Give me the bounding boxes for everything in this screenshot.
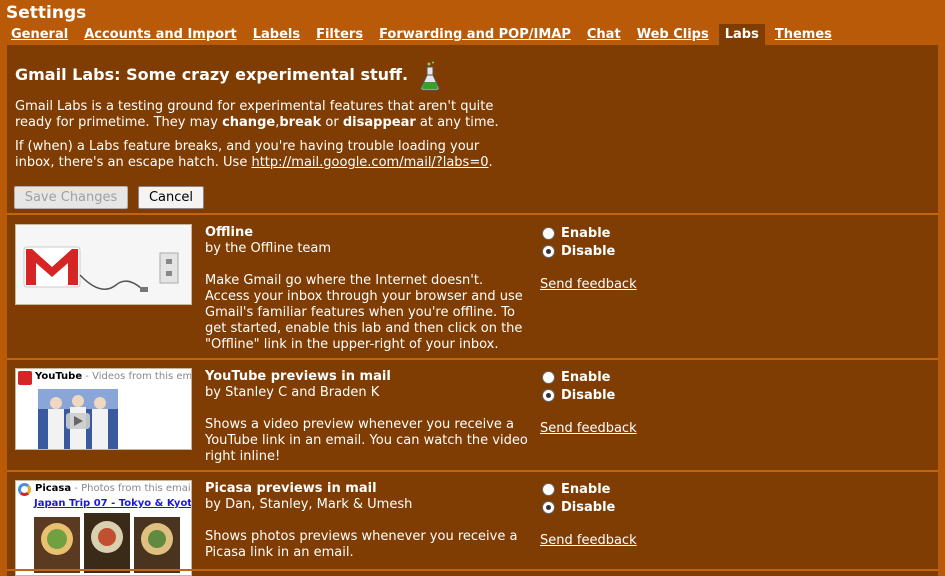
flask-icon (420, 61, 440, 91)
picasa-logo-icon (18, 483, 31, 496)
disable-label: Disable (561, 388, 616, 403)
disable-label: Disable (561, 244, 616, 259)
youtube-caption: - Videos from this email (82, 371, 192, 382)
send-feedback-link[interactable]: Send feedback (540, 533, 637, 548)
settings-tabs: General Accounts and Import Labels Filte… (0, 24, 945, 46)
youtube-thumbnail: YouTube - Videos from this email (15, 368, 192, 450)
offline-thumbnail (15, 224, 192, 305)
disable-option[interactable]: Disable (542, 244, 615, 259)
enable-radio[interactable] (542, 227, 555, 240)
intro-disappear: disappear (342, 115, 416, 130)
video-preview-image (38, 389, 118, 449)
youtube-thumb-header: YouTube - Videos from this email (35, 371, 192, 382)
cancel-button[interactable]: Cancel (138, 186, 204, 209)
youtube-logo-icon (18, 371, 32, 385)
tab-labs[interactable]: Labs (718, 24, 765, 46)
lab-row-offline: Offline by the Offline team Make Gmail g… (7, 215, 938, 358)
labs-heading: Gmail Labs: Some crazy experimental stuf… (15, 65, 409, 84)
enable-label: Enable (561, 370, 611, 385)
lab-description: Make Gmail go where the Internet doesn't… (205, 273, 523, 352)
photo-previews (34, 513, 180, 573)
lab-author: by the Offline team (205, 241, 332, 256)
picasa-album-link[interactable]: Japan Trip 07 - Tokyo & Kyoto (34, 498, 191, 509)
picasa-caption: - Photos from this email (71, 483, 192, 494)
intro-or: or (321, 115, 343, 130)
enable-radio[interactable] (542, 483, 555, 496)
escape-hatch-paragraph: If (when) a Labs feature breaks, and you… (15, 139, 515, 171)
tab-accounts-and-import[interactable]: Accounts and Import (78, 24, 243, 46)
intro-end: at any time. (415, 115, 499, 130)
enable-option[interactable]: Enable (542, 370, 611, 385)
youtube-brand: YouTube (35, 371, 83, 382)
tab-chat[interactable]: Chat (581, 24, 627, 46)
escape-end: . (488, 155, 493, 170)
enable-label: Enable (561, 226, 611, 241)
tab-general[interactable]: General (5, 24, 74, 46)
lab-name: Offline (205, 225, 254, 240)
lab-row-picasa: Picasa - Photos from this email Japan Tr… (7, 472, 938, 576)
disable-radio[interactable] (542, 501, 555, 514)
tab-forwarding[interactable]: Forwarding and POP/IMAP (373, 24, 577, 46)
send-feedback-link[interactable]: Send feedback (540, 421, 637, 436)
picasa-thumb-header: Picasa - Photos from this email (35, 483, 192, 494)
intro-change: change (222, 115, 276, 130)
tab-themes[interactable]: Themes (769, 24, 838, 46)
tab-labels[interactable]: Labels (247, 24, 306, 46)
lab-row-youtube: YouTube - Videos from this email YouTube… (7, 360, 938, 470)
send-feedback-link[interactable]: Send feedback (540, 277, 637, 292)
lab-description: Shows photos previews whenever you recei… (205, 529, 518, 560)
enable-label: Enable (561, 482, 611, 497)
tab-filters[interactable]: Filters (310, 24, 369, 46)
labs-panel: Gmail Labs: Some crazy experimental stuf… (7, 45, 938, 576)
disable-radio[interactable] (542, 389, 555, 402)
tab-web-clips[interactable]: Web Clips (631, 24, 715, 46)
escape-hatch-link[interactable]: http://mail.google.com/mail/?labs=0 (251, 155, 488, 170)
disable-label: Disable (561, 500, 616, 515)
save-changes-button[interactable]: Save Changes (14, 186, 128, 209)
offline-illustration (16, 225, 191, 304)
disable-radio[interactable] (542, 245, 555, 258)
intro-paragraph: Gmail Labs is a testing ground for exper… (15, 99, 515, 131)
lab-author: by Stanley C and Braden K (205, 385, 380, 400)
lab-author: by Dan, Stanley, Mark & Umesh (205, 497, 413, 512)
divider (7, 569, 938, 571)
picasa-brand: Picasa (35, 483, 72, 494)
lab-name: YouTube previews in mail (205, 369, 391, 384)
enable-option[interactable]: Enable (542, 226, 611, 241)
enable-radio[interactable] (542, 371, 555, 384)
enable-option[interactable]: Enable (542, 482, 611, 497)
lab-description: Shows a video preview whenever you recei… (205, 417, 528, 464)
page-title: Settings (6, 3, 87, 23)
lab-name: Picasa previews in mail (205, 481, 377, 496)
disable-option[interactable]: Disable (542, 388, 615, 403)
disable-option[interactable]: Disable (542, 500, 615, 515)
picasa-thumbnail: Picasa - Photos from this email Japan Tr… (15, 480, 192, 576)
intro-break: break (279, 115, 322, 130)
